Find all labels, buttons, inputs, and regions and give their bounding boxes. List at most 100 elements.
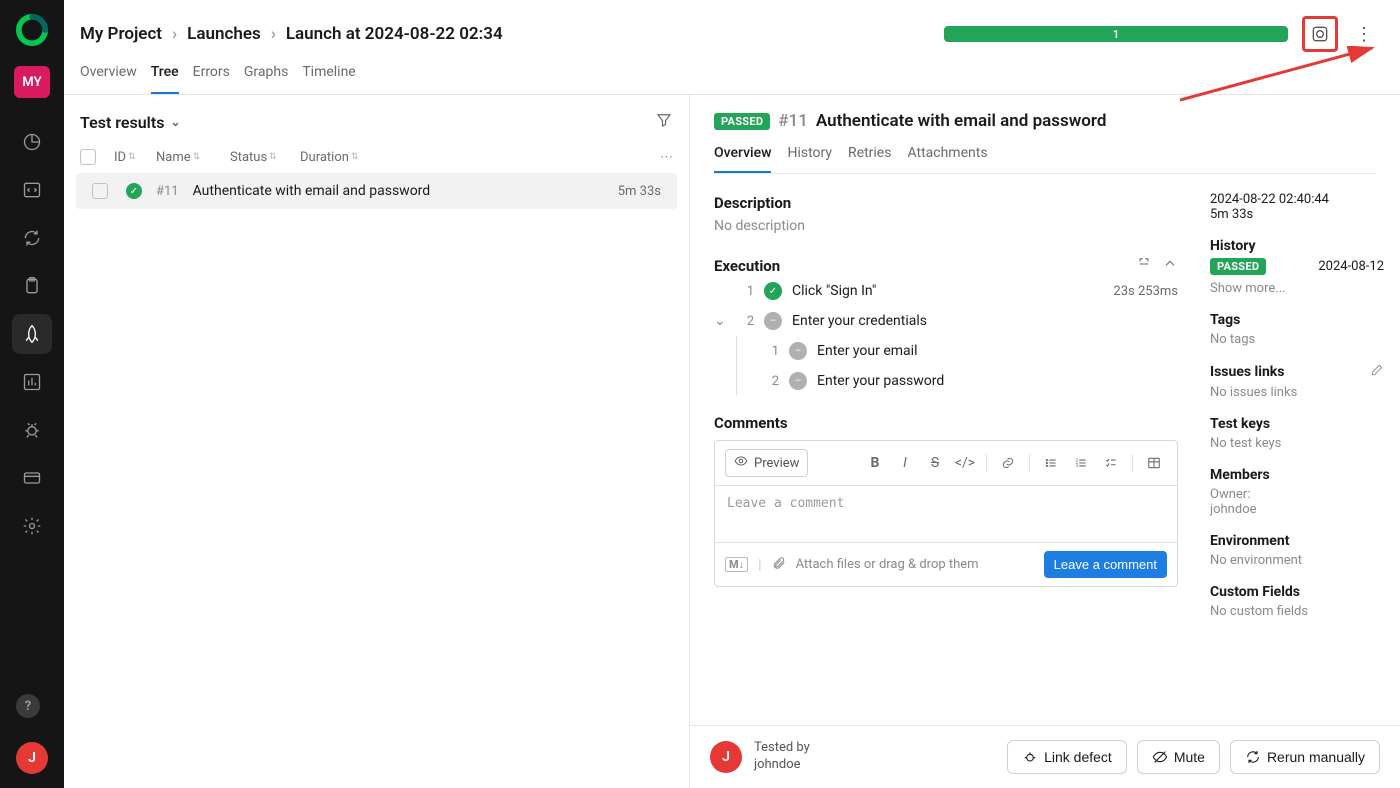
code-icon[interactable]: </> bbox=[952, 451, 978, 475]
detail-tab-history[interactable]: History bbox=[787, 145, 832, 173]
env-label: Environment bbox=[1210, 533, 1384, 549]
table-icon[interactable] bbox=[1141, 451, 1167, 475]
execution-step[interactable]: 1 ✓ Click "Sign In" 23s 253ms bbox=[714, 276, 1178, 306]
collapse-icon[interactable] bbox=[1162, 256, 1178, 276]
nav-code-icon[interactable] bbox=[12, 170, 52, 210]
column-name[interactable]: Name⇅ bbox=[156, 150, 216, 165]
view-mode-button[interactable] bbox=[1302, 16, 1338, 52]
italic-icon[interactable]: I bbox=[892, 451, 918, 475]
results-pane: Test results ⌄ ID⇅ Name⇅ Status⇅ Duratio… bbox=[64, 95, 690, 788]
nav-analytics-icon[interactable] bbox=[12, 362, 52, 402]
nav-launches-icon[interactable] bbox=[12, 314, 52, 354]
column-duration[interactable]: Duration⇅ bbox=[300, 150, 372, 165]
keys-label: Test keys bbox=[1210, 416, 1384, 432]
detail-tabs: Overview History Retries Attachments bbox=[714, 145, 1376, 174]
preview-button[interactable]: Preview bbox=[725, 449, 808, 477]
number-list-icon[interactable]: 123 bbox=[1068, 451, 1094, 475]
tab-overview[interactable]: Overview bbox=[80, 64, 137, 94]
status-neutral-icon: – bbox=[764, 312, 782, 330]
bullet-list-icon[interactable] bbox=[1038, 451, 1064, 475]
detail-timestamp: 2024-08-22 02:40:44 bbox=[1210, 192, 1384, 207]
description-label: Description bbox=[714, 194, 1178, 212]
test-name: Authenticate with email and password bbox=[816, 111, 1107, 131]
progress-bar[interactable]: 1 bbox=[944, 26, 1288, 42]
nav-rotate-icon[interactable] bbox=[12, 218, 52, 258]
chevron-down-icon[interactable]: ⌄ bbox=[714, 313, 730, 329]
edit-icon[interactable] bbox=[1370, 363, 1384, 381]
nav-clipboard-icon[interactable] bbox=[12, 266, 52, 306]
select-all-checkbox[interactable] bbox=[80, 149, 96, 165]
issues-label: Issues links bbox=[1210, 363, 1384, 381]
custom-label: Custom Fields bbox=[1210, 584, 1384, 600]
env-value: No environment bbox=[1210, 553, 1384, 568]
rerun-button[interactable]: Rerun manually bbox=[1230, 740, 1380, 774]
chevron-down-icon: ⌄ bbox=[170, 115, 180, 129]
results-title[interactable]: Test results ⌄ bbox=[80, 113, 181, 132]
user-avatar[interactable]: J bbox=[16, 742, 48, 774]
history-label: History bbox=[1210, 238, 1384, 254]
checklist-icon[interactable] bbox=[1098, 451, 1124, 475]
tested-by-avatar: J bbox=[710, 741, 742, 773]
execution-label: Execution bbox=[714, 257, 780, 275]
tested-by-name: johndoe bbox=[754, 757, 810, 774]
chevron-right-icon: › bbox=[172, 24, 177, 44]
detail-tab-attachments[interactable]: Attachments bbox=[907, 145, 987, 173]
filter-icon[interactable] bbox=[655, 111, 673, 133]
columns-more-icon[interactable]: ⋯ bbox=[660, 150, 673, 165]
step-time: 23s 253ms bbox=[1113, 284, 1178, 299]
row-id: #11 bbox=[156, 184, 179, 199]
strike-icon[interactable]: S bbox=[922, 451, 948, 475]
show-more-link[interactable]: Show more... bbox=[1210, 281, 1384, 296]
help-icon[interactable]: ? bbox=[16, 694, 40, 718]
breadcrumb-project[interactable]: My Project bbox=[80, 24, 162, 44]
row-duration: 5m 33s bbox=[618, 184, 661, 199]
detail-tab-retries[interactable]: Retries bbox=[848, 145, 891, 173]
results-table-header: ID⇅ Name⇅ Status⇅ Duration⇅ ⋯ bbox=[64, 141, 689, 173]
attach-icon[interactable] bbox=[772, 556, 786, 574]
nav-settings-icon[interactable] bbox=[12, 506, 52, 546]
members-label: Members bbox=[1210, 467, 1384, 483]
launch-tabs: Overview Tree Errors Graphs Timeline bbox=[64, 52, 1400, 95]
status-neutral-icon: – bbox=[789, 342, 807, 360]
comment-editor: Preview B I S </> 123 bbox=[714, 440, 1178, 587]
link-icon[interactable] bbox=[995, 451, 1021, 475]
more-vertical-icon[interactable]: ⋮ bbox=[1352, 18, 1376, 50]
status-neutral-icon: – bbox=[789, 372, 807, 390]
row-checkbox[interactable] bbox=[92, 183, 108, 199]
result-row[interactable]: ✓ #11 Authenticate with email and passwo… bbox=[76, 173, 677, 209]
leave-comment-button[interactable]: Leave a comment bbox=[1044, 551, 1167, 578]
column-status[interactable]: Status⇅ bbox=[230, 150, 286, 165]
execution-step[interactable]: ⌄ 2 – Enter your credentials bbox=[714, 306, 1178, 336]
detail-tab-overview[interactable]: Overview bbox=[714, 145, 771, 173]
tab-tree[interactable]: Tree bbox=[151, 64, 179, 94]
row-name: Authenticate with email and password bbox=[193, 183, 431, 199]
history-status-badge: PASSED bbox=[1210, 258, 1266, 275]
execution-substep[interactable]: 1 – Enter your email bbox=[765, 336, 1178, 366]
issues-value: No issues links bbox=[1210, 385, 1384, 400]
detail-footer: J Tested by johndoe Link defect Mute bbox=[690, 725, 1400, 788]
comment-textarea[interactable]: Leave a comment bbox=[715, 486, 1177, 542]
header: My Project › Launches › Launch at 2024-0… bbox=[64, 0, 1400, 52]
link-defect-button[interactable]: Link defect bbox=[1007, 740, 1127, 774]
status-passed-icon: ✓ bbox=[764, 282, 782, 300]
nav-bug-icon[interactable] bbox=[12, 410, 52, 450]
tab-graphs[interactable]: Graphs bbox=[244, 64, 288, 94]
owner-label: Owner: bbox=[1210, 487, 1384, 502]
status-passed-icon: ✓ bbox=[126, 183, 142, 199]
execution-substep[interactable]: 2 – Enter your password bbox=[765, 366, 1178, 396]
bold-icon[interactable]: B bbox=[862, 451, 888, 475]
tab-timeline[interactable]: Timeline bbox=[302, 64, 355, 94]
column-id[interactable]: ID⇅ bbox=[114, 150, 142, 165]
breadcrumb: My Project › Launches › Launch at 2024-0… bbox=[80, 24, 503, 44]
project-badge[interactable]: MY bbox=[14, 66, 50, 98]
expand-tree-icon[interactable] bbox=[1136, 256, 1152, 276]
breadcrumb-current: Launch at 2024-08-22 02:34 bbox=[286, 24, 503, 44]
step-text: Enter your password bbox=[817, 373, 944, 389]
step-text: Enter your credentials bbox=[792, 313, 927, 329]
nav-dashboard-icon[interactable] bbox=[12, 122, 52, 162]
nav-card-icon[interactable] bbox=[12, 458, 52, 498]
tab-errors[interactable]: Errors bbox=[193, 64, 230, 94]
detail-pane: PASSED #11 Authenticate with email and p… bbox=[690, 95, 1400, 788]
mute-button[interactable]: Mute bbox=[1137, 740, 1220, 774]
breadcrumb-launches[interactable]: Launches bbox=[187, 24, 261, 44]
